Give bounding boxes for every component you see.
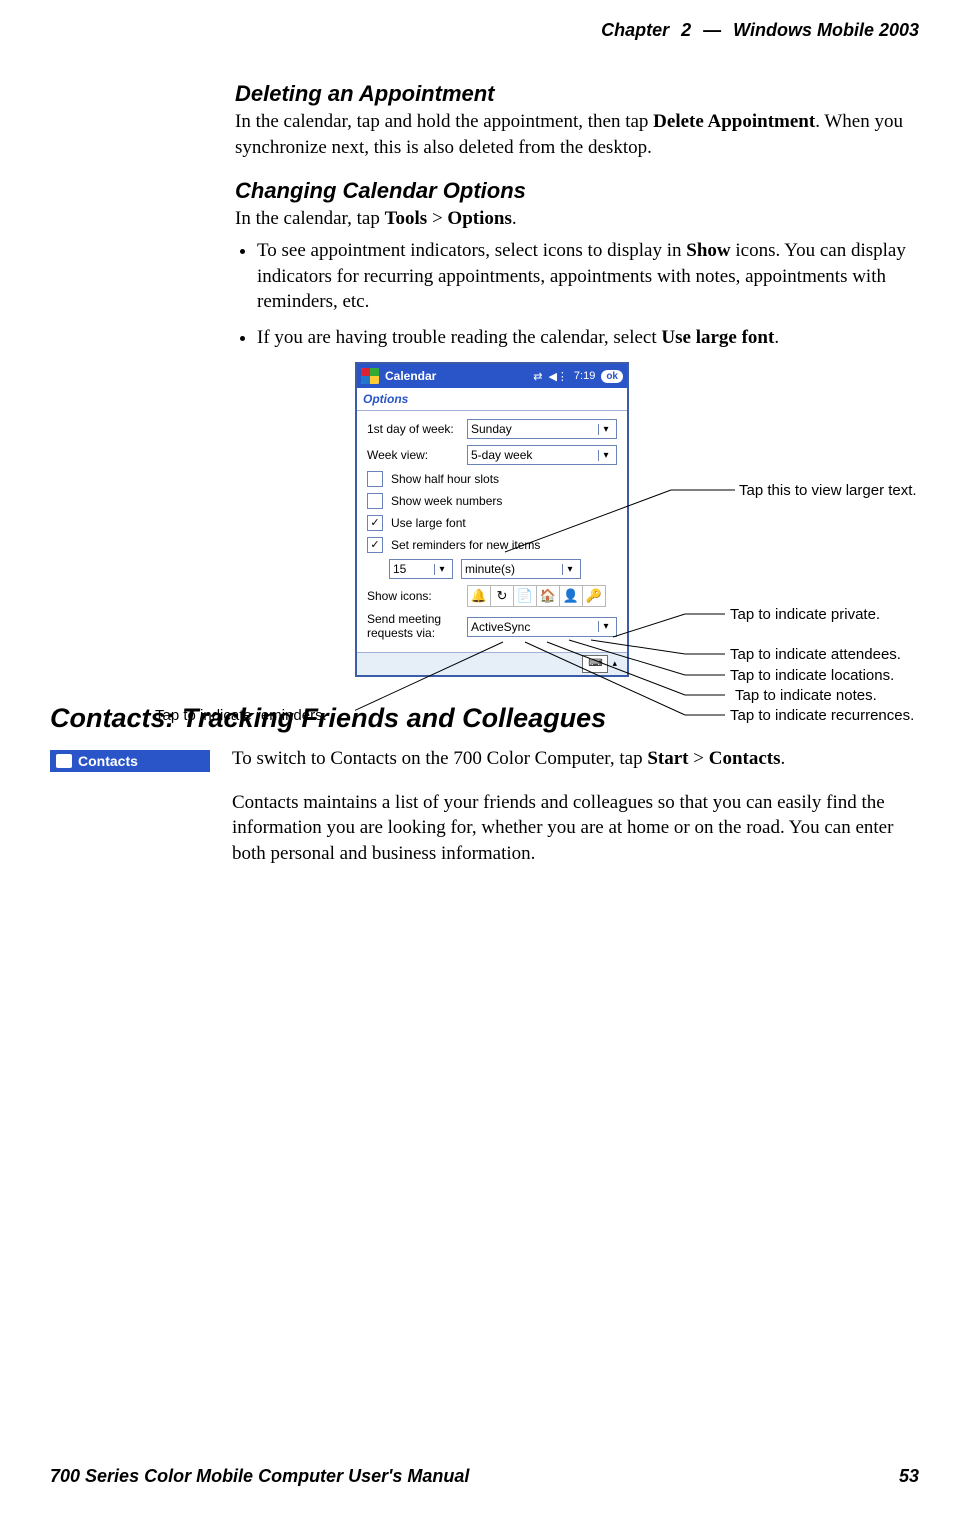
label-week-numbers: Show week numbers: [391, 494, 502, 508]
chevron-down-icon: ▾: [598, 621, 613, 632]
checkbox-week-numbers[interactable]: [367, 493, 383, 509]
label-large-font: Use large font: [391, 516, 466, 530]
header-separator: —: [703, 20, 721, 41]
chevron-down-icon: ▾: [598, 424, 613, 435]
heading-deleting: Deleting an Appointment: [235, 81, 911, 107]
callout-larger-text: Tap this to view larger text.: [739, 482, 917, 499]
para-contacts-desc: Contacts maintains a list of your friend…: [232, 790, 919, 867]
icon-reminder[interactable]: 🔔: [467, 585, 491, 607]
icon-location[interactable]: 🏠: [536, 585, 560, 607]
page-footer: 700 Series Color Mobile Computer User's …: [50, 1466, 919, 1487]
header-number: 2: [681, 20, 691, 41]
select-week-view[interactable]: 5-day week▾: [467, 445, 617, 465]
callout-attendees: Tap to indicate attendees.: [730, 646, 901, 663]
titlebar-title: Calendar: [385, 369, 527, 383]
label-week-view: Week view:: [367, 448, 459, 462]
contacts-icon: [56, 754, 72, 768]
label-half-hour: Show half hour slots: [391, 472, 499, 486]
options-screenshot: Calendar ⇄ ◀⋮ 7:19 ok Options 1st day of…: [355, 362, 629, 676]
label-first-day: 1st day of week:: [367, 422, 459, 436]
para-contacts-switch: To switch to Contacts on the 700 Color C…: [232, 746, 919, 772]
options-figure: Calendar ⇄ ◀⋮ 7:19 ok Options 1st day of…: [355, 362, 915, 676]
volume-icon[interactable]: ◀⋮: [548, 370, 567, 383]
header-chapter: Chapter: [601, 20, 669, 41]
bullet-show-icons: To see appointment indicators, select ic…: [257, 238, 911, 315]
label-set-reminders: Set reminders for new items: [391, 538, 540, 552]
checkbox-large-font[interactable]: ✓: [367, 515, 383, 531]
para-deleting: In the calendar, tap and hold the appoin…: [235, 109, 911, 160]
keyboard-icon[interactable]: ⌨: [582, 655, 608, 673]
callout-recurrences: Tap to indicate recurrences.: [730, 707, 914, 724]
start-flag-icon[interactable]: [361, 368, 379, 384]
select-reminder-number[interactable]: 15▾: [389, 559, 453, 579]
label-show-icons: Show icons:: [367, 589, 459, 603]
callout-locations: Tap to indicate locations.: [730, 667, 894, 684]
footer-page-number: 53: [899, 1466, 919, 1487]
icon-recurrence[interactable]: ↻: [490, 585, 514, 607]
header-title: Windows Mobile 2003: [733, 20, 919, 41]
connectivity-icon[interactable]: ⇄: [533, 370, 542, 383]
select-first-day[interactable]: Sunday▾: [467, 419, 617, 439]
icon-attendees[interactable]: 👤: [559, 585, 583, 607]
chevron-down-icon: ▾: [598, 450, 613, 461]
heading-changing-options: Changing Calendar Options: [235, 178, 911, 204]
label-send-requests: Send meeting requests via:: [367, 613, 459, 639]
callout-reminders: Tap to indicate reminders.: [155, 707, 327, 724]
sip-chevron-icon[interactable]: ▴: [612, 658, 617, 669]
ok-button[interactable]: ok: [601, 370, 623, 383]
callout-notes: Tap to indicate notes.: [735, 687, 877, 704]
running-header: Chapter 2 — Windows Mobile 2003: [50, 20, 919, 41]
options-bullets: To see appointment indicators, select ic…: [235, 238, 911, 351]
callout-private: Tap to indicate private.: [730, 606, 880, 623]
contacts-badge-label: Contacts: [78, 753, 138, 769]
para-changing-options: In the calendar, tap Tools > Options.: [235, 206, 911, 232]
select-reminder-unit[interactable]: minute(s)▾: [461, 559, 581, 579]
titlebar: Calendar ⇄ ◀⋮ 7:19 ok: [357, 364, 627, 388]
chevron-down-icon: ▾: [562, 564, 577, 575]
footer-manual-title: 700 Series Color Mobile Computer User's …: [50, 1466, 469, 1487]
panel-title: Options: [357, 388, 627, 411]
sip-bar: ⌨▴: [357, 652, 627, 675]
bullet-large-font: If you are having trouble reading the ca…: [257, 325, 911, 351]
checkbox-half-hour[interactable]: [367, 471, 383, 487]
select-send-requests[interactable]: ActiveSync▾: [467, 617, 617, 637]
icon-private[interactable]: 🔑: [582, 585, 606, 607]
checkbox-set-reminders[interactable]: ✓: [367, 537, 383, 553]
chevron-down-icon: ▾: [434, 564, 449, 575]
clock: 7:19: [574, 370, 595, 382]
icon-notes[interactable]: 📄: [513, 585, 537, 607]
contacts-badge: Contacts: [50, 750, 210, 772]
